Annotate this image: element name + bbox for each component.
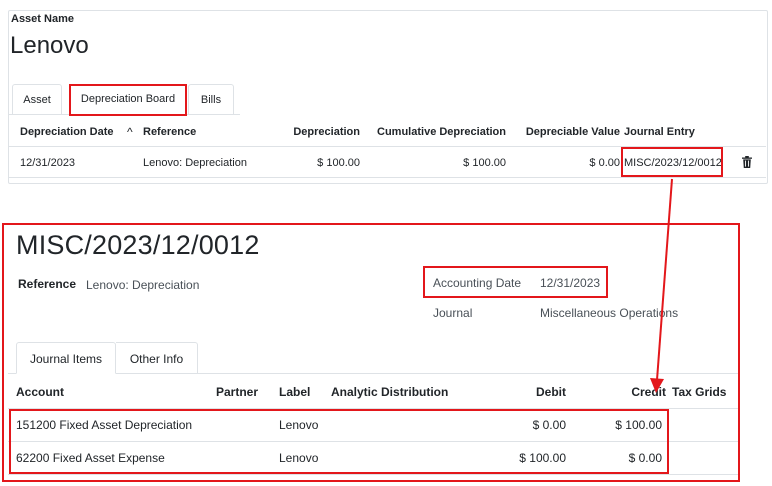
col-cumulative-depreciation[interactable]: Cumulative Depreciation (370, 118, 506, 146)
sort-asc-icon[interactable]: ^ (127, 118, 133, 146)
accounting-date-label: Accounting Date (433, 276, 522, 290)
reference-value[interactable]: Lenovo: Depreciation (86, 278, 199, 292)
tab-bills[interactable]: Bills (188, 84, 234, 114)
col-analytic-distribution[interactable]: Analytic Distribution (331, 380, 448, 404)
cell-cumulative-depreciation[interactable]: $ 100.00 (370, 149, 506, 177)
col-depreciation-date[interactable]: Depreciation Date (20, 118, 114, 146)
line-credit[interactable]: $ 0.00 (580, 442, 662, 474)
row-divider (8, 177, 766, 178)
entry-title: MISC/2023/12/0012 (16, 230, 260, 260)
cell-depreciable-value[interactable]: $ 0.00 (512, 149, 620, 177)
cell-depreciation[interactable]: $ 100.00 (260, 149, 360, 177)
asset-name-label: Asset Name (11, 13, 74, 25)
col-journal-entry[interactable]: Journal Entry (624, 118, 695, 146)
journal-label: Journal (433, 306, 473, 320)
asset-name-value[interactable]: Lenovo (10, 32, 89, 60)
line-label[interactable]: Lenovo (279, 442, 318, 474)
tab-journal-items[interactable]: Journal Items (16, 342, 116, 374)
col-label[interactable]: Label (279, 380, 310, 404)
col-reference[interactable]: Reference (143, 118, 196, 146)
tab-depreciation-board[interactable]: Depreciation Board (72, 84, 184, 114)
line-label[interactable]: Lenovo (279, 409, 318, 441)
line-debit[interactable]: $ 0.00 (480, 409, 566, 441)
line-account[interactable]: 62200 Fixed Asset Expense (16, 442, 165, 474)
col-account[interactable]: Account (16, 380, 64, 404)
journal-value[interactable]: Miscellaneous Operations (540, 306, 678, 320)
col-credit[interactable]: Credit (600, 380, 666, 404)
col-debit[interactable]: Debit (500, 380, 566, 404)
col-tax-grids[interactable]: Tax Grids (672, 380, 726, 404)
line-debit[interactable]: $ 100.00 (480, 442, 566, 474)
col-depreciable-value[interactable]: Depreciable Value (512, 118, 620, 146)
line-credit[interactable]: $ 100.00 (580, 409, 662, 441)
reference-label: Reference (18, 277, 77, 291)
tab-asset[interactable]: Asset (12, 84, 62, 114)
line-account[interactable]: 151200 Fixed Asset Depreciation (16, 409, 192, 441)
col-partner[interactable]: Partner (216, 380, 258, 404)
cell-reference[interactable]: Lenovo: Depreciation (143, 149, 247, 177)
header-divider (8, 146, 766, 147)
cell-depreciation-date[interactable]: 12/31/2023 (20, 149, 75, 177)
accounting-date-value[interactable]: 12/31/2023 (540, 276, 600, 290)
cell-journal-entry-link[interactable]: MISC/2023/12/0012 (624, 149, 722, 177)
col-depreciation[interactable]: Depreciation (260, 118, 360, 146)
trash-icon[interactable] (742, 156, 752, 168)
line-divider (8, 474, 738, 475)
tab-other-info[interactable]: Other Info (116, 342, 198, 374)
